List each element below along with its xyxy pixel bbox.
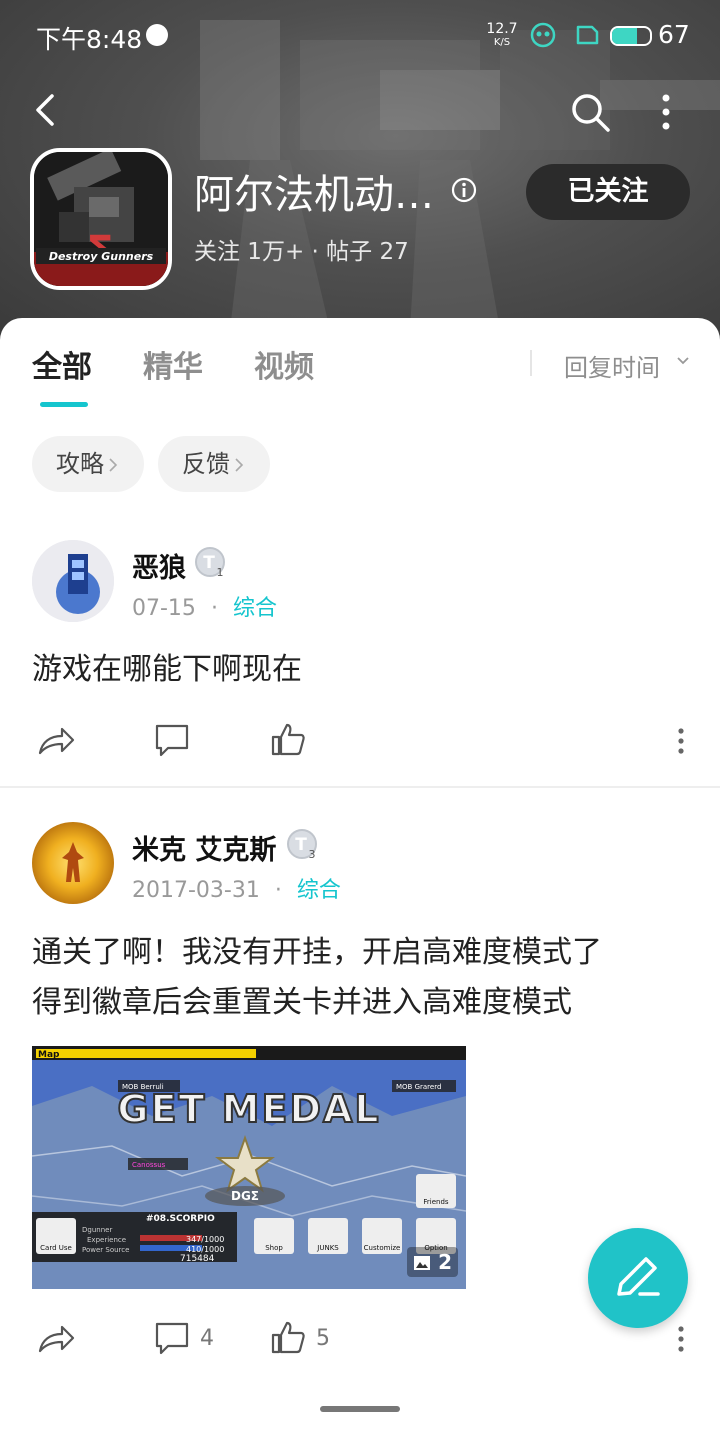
battery-fill <box>612 28 638 44</box>
eye-comfort-icon <box>530 22 556 48</box>
more-vertical-icon[interactable] <box>676 726 686 756</box>
chevron-down-icon[interactable] <box>676 354 690 368</box>
image-banner-text: GET MEDAL <box>117 1087 380 1131</box>
comment-count: 4 <box>200 1326 214 1351</box>
chevron-right-icon <box>109 458 118 472</box>
status-time: 下午8:48 <box>36 25 143 54</box>
tab-featured[interactable]: 精华 <box>143 342 203 386</box>
image-label: Experience <box>87 1236 126 1244</box>
avatar[interactable] <box>32 822 114 904</box>
pen-icon <box>617 1257 660 1296</box>
post-text[interactable]: 通关了啊！我没有开挂，开启高难度模式了 得到徽章后会重置关卡并进入高难度模式 <box>32 928 692 1028</box>
post-text-line: 通关了啊！我没有开挂，开启高难度模式了 <box>32 935 602 970</box>
tab-video[interactable]: 视频 <box>254 342 314 386</box>
share-icon[interactable] <box>36 1318 76 1358</box>
battery-icon <box>610 26 652 46</box>
more-vertical-icon[interactable] <box>676 1324 686 1354</box>
game-icon-art: Σ Destroy Gunners <box>34 152 168 286</box>
image-label: Shop <box>265 1244 283 1252</box>
network-speed-unit: K/S <box>493 37 511 48</box>
image-label: MOB Grarerd <box>396 1083 441 1091</box>
image-exp-text: 347/1000 <box>186 1235 224 1244</box>
image-count-badge: 2 <box>407 1247 458 1277</box>
image-map-label: Map <box>38 1050 60 1060</box>
image-emblem-text: DGΣ <box>231 1189 259 1203</box>
post-text[interactable]: 游戏在哪能下啊现在 <box>32 645 692 695</box>
chip-feedback[interactable]: 反馈 <box>158 436 270 492</box>
tab-all[interactable]: 全部 <box>32 342 92 386</box>
post-meta: 07-15 · 综合 <box>132 596 277 621</box>
post-image[interactable]: Map MOB Berruli MOB Grarerd GET MEDAL Ca… <box>32 1046 466 1289</box>
level-number: 3 <box>309 848 316 860</box>
post-text-line: 得到徽章后会重置关卡并进入高难度模式 <box>32 985 572 1020</box>
like-icon[interactable] <box>270 1318 306 1358</box>
tab-indicator <box>40 402 88 407</box>
post-image-art: Map MOB Berruli MOB Grarerd GET MEDAL Ca… <box>32 1046 466 1289</box>
sim-card-icon <box>576 25 599 45</box>
more-vertical-icon[interactable] <box>650 90 682 134</box>
network-speed: 12.7 K/S <box>486 22 518 50</box>
tab-bar: 全部 精华 视频 回复时间 <box>0 318 720 418</box>
status-bar: 下午8:48 12.7 K/S 67 <box>0 0 720 72</box>
chip-guides[interactable]: 攻略 <box>32 436 144 492</box>
sort-dropdown[interactable]: 回复时间 <box>564 348 660 383</box>
notification-dot-icon <box>146 24 168 46</box>
sort-divider <box>530 350 532 376</box>
forum-header: 下午8:48 12.7 K/S 67 Destroy Gunners 阿尔法机动… <box>0 0 720 340</box>
image-label: Power Source <box>82 1246 129 1254</box>
game-icon[interactable]: Σ Destroy Gunners <box>30 148 172 290</box>
svg-text:T: T <box>203 553 215 573</box>
avatar-art <box>32 822 114 904</box>
post-divider <box>0 786 720 788</box>
image-label: Customize <box>364 1244 401 1252</box>
image-unit-text: #08.SCORPIO <box>146 1214 215 1224</box>
game-name: 阿尔法机动… <box>194 172 434 218</box>
level-number: 1 <box>217 566 224 578</box>
info-icon[interactable] <box>450 176 478 204</box>
follow-button[interactable]: 已关注 <box>526 164 690 220</box>
game-icon-logo-text: Destroy Gunners <box>49 250 154 263</box>
like-icon[interactable] <box>270 720 306 760</box>
post-author[interactable]: 米克 艾克斯 <box>132 828 276 867</box>
image-count: 2 <box>438 1250 452 1274</box>
post-actions <box>0 720 720 770</box>
chip-guides-label: 攻略 <box>56 450 104 478</box>
chip-feedback-label: 反馈 <box>182 450 230 478</box>
game-stats: 关注 1万+ · 帖子 27 <box>194 239 409 265</box>
avatar-art <box>32 540 114 622</box>
image-power-text: 410/1000 <box>186 1245 224 1254</box>
image-label: Dgunner <box>82 1226 112 1234</box>
post-meta: 2017-03-31 · 综合 <box>132 878 341 903</box>
comment-icon[interactable] <box>154 1318 190 1358</box>
image-label: Friends <box>423 1198 449 1206</box>
back-arrow-icon[interactable] <box>26 88 70 132</box>
comment-icon[interactable] <box>154 720 190 760</box>
post-date: 2017-03-31 <box>132 878 260 903</box>
chevron-right-icon <box>235 458 244 472</box>
svg-text:T: T <box>295 835 307 855</box>
post-category[interactable]: 综合 <box>297 878 341 903</box>
image-icon <box>414 1256 431 1270</box>
image-money-text: 715484 <box>180 1254 215 1264</box>
level-badge-icon: T 1 <box>195 547 225 578</box>
avatar[interactable] <box>32 540 114 622</box>
search-icon[interactable] <box>566 88 614 136</box>
image-label: JUNKS <box>316 1244 339 1252</box>
post-author[interactable]: 恶狼 <box>132 546 186 585</box>
post-category[interactable]: 综合 <box>233 596 277 621</box>
network-speed-value: 12.7 <box>486 21 518 37</box>
like-count: 5 <box>316 1326 330 1351</box>
level-badge-icon: T 3 <box>287 829 317 860</box>
share-icon[interactable] <box>36 720 76 760</box>
compose-post-button[interactable] <box>588 1228 688 1328</box>
image-label: Canossus <box>132 1161 166 1169</box>
post-date: 07-15 <box>132 596 196 621</box>
home-indicator[interactable] <box>320 1406 400 1412</box>
battery-percent: 67 <box>658 20 690 49</box>
image-label: Card Use <box>40 1244 72 1252</box>
